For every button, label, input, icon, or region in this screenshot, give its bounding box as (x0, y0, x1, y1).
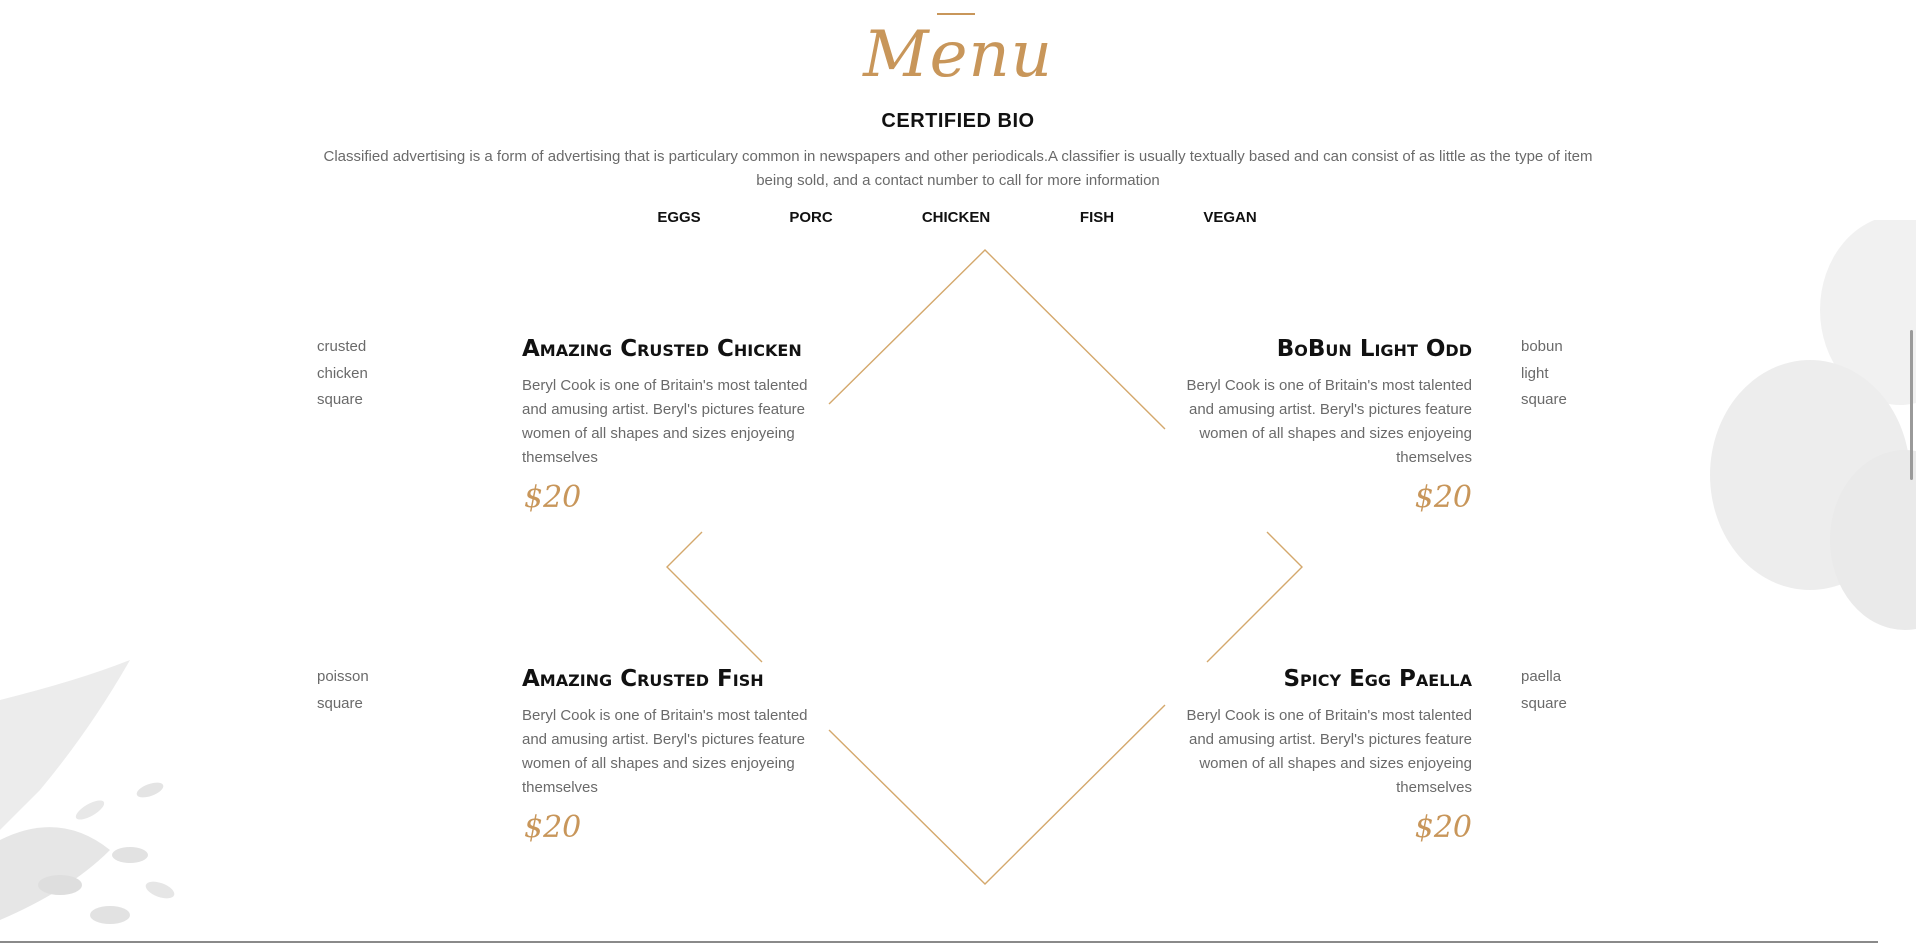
item-price: $20 (524, 810, 582, 845)
tag[interactable]: crusted (317, 334, 368, 361)
section-divider (0, 941, 1878, 943)
header-accent-line (937, 13, 975, 15)
leaf-and-grain-image (0, 660, 175, 924)
item-description: Beryl Cook is one of Britain's most tale… (522, 707, 808, 796)
tag[interactable]: square (317, 387, 368, 414)
item-price: $20 (1414, 480, 1472, 515)
tab-eggs[interactable]: EGGS (657, 209, 700, 226)
tag[interactable]: square (1521, 387, 1567, 414)
item-tags: paella square (1521, 664, 1567, 717)
page-title: Menu (863, 18, 1053, 92)
item-tags: bobun light square (1521, 334, 1567, 414)
item-title[interactable]: Spicy Egg Paella (1172, 666, 1472, 692)
tag[interactable]: poisson (317, 664, 369, 691)
eggs-image (1710, 220, 1916, 630)
item-tags: poisson square (317, 664, 369, 717)
item-price: $20 (1414, 810, 1472, 845)
item-price: $20 (524, 480, 582, 515)
tag[interactable]: square (1521, 691, 1567, 718)
tab-chicken[interactable]: CHICKEN (922, 209, 990, 226)
section-subtitle: CERTIFIED BIO (881, 110, 1035, 132)
tab-vegan[interactable]: VEGAN (1203, 209, 1256, 226)
diamond-decoration (666, 249, 1303, 885)
tab-fish[interactable]: FISH (1080, 209, 1114, 226)
tag[interactable]: light (1521, 361, 1567, 388)
scrollbar-thumb[interactable] (1910, 330, 1913, 480)
item-description: Beryl Cook is one of Britain's most tale… (1186, 377, 1473, 466)
item-description: Beryl Cook is one of Britain's most tale… (1186, 707, 1473, 796)
tag[interactable]: bobun (1521, 334, 1567, 361)
item-title[interactable]: Amazing Crusted Chicken (522, 336, 802, 362)
tag[interactable]: paella (1521, 664, 1567, 691)
tag[interactable]: square (317, 691, 369, 718)
tab-porc[interactable]: PORC (789, 209, 832, 226)
intro-text: Classified advertising is a form of adve… (323, 148, 1593, 189)
tag[interactable]: chicken (317, 361, 368, 388)
item-description: Beryl Cook is one of Britain's most tale… (522, 377, 808, 466)
item-tags: crusted chicken square (317, 334, 368, 414)
item-title[interactable]: BoBun Light Odd (1172, 336, 1472, 362)
item-title[interactable]: Amazing Crusted Fish (522, 666, 764, 692)
